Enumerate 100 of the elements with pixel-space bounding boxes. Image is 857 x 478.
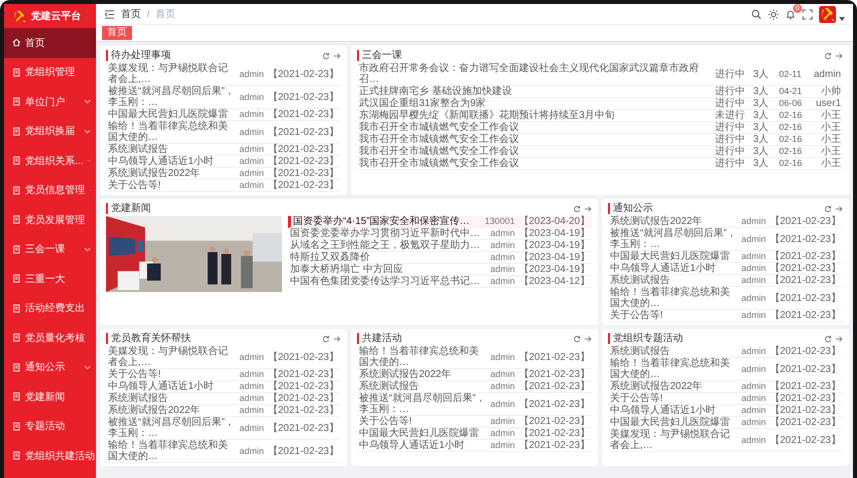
sidebar-item[interactable]: 活动经费支出: [4, 294, 96, 323]
user-name: 小王: [820, 110, 841, 121]
item-title: 关于公告等!: [610, 310, 664, 321]
meeting-title: 我市召开全市城镇燃气安全工作会议: [359, 122, 520, 133]
meeting-status: 进行中: [715, 86, 746, 97]
breadcrumb-link[interactable]: 首页: [121, 7, 141, 21]
date: 【2021-02-23】: [518, 416, 590, 427]
sidebar-item[interactable]: 党员信息管理: [4, 176, 96, 205]
author: admin: [490, 352, 515, 362]
news-row[interactable]: 加泰大桥坍塌亡 中方回应 admin 【2023-04-19】: [288, 264, 592, 276]
item-title: 中国最大民营妇儿医院爆雷: [359, 428, 480, 439]
refresh-icon[interactable]: [322, 334, 330, 342]
panel-title: 通知公示: [608, 203, 821, 214]
news-title: 国资委党委举办学习贯彻习近平新时代中…: [290, 228, 481, 239]
attendee-count: 3人: [753, 68, 770, 80]
meeting-title: 我市召开全市城镇燃气安全工作会议: [359, 146, 520, 157]
date: 【2021-02-23】: [268, 68, 339, 80]
date: 02-16: [779, 158, 804, 169]
date: 【2021-02-23】: [770, 364, 841, 374]
item-title: 关于公告等!: [610, 393, 664, 404]
sidebar-item[interactable]: 党员量化考核: [4, 323, 96, 352]
item-title: 关于公告等!: [108, 180, 162, 191]
search-icon[interactable]: [751, 8, 762, 20]
date: 【2021-02-23】: [268, 168, 339, 179]
date: 【2021-02-23】: [268, 92, 339, 102]
author: admin: [239, 168, 264, 179]
refresh-icon[interactable]: [824, 52, 832, 60]
arrow-right-icon[interactable]: [333, 334, 341, 342]
sidebar-item[interactable]: 单位门户: [4, 87, 96, 116]
document-icon: [12, 244, 21, 254]
date: 【2023-04-19】: [518, 240, 590, 251]
date: 【2021-02-23】: [268, 144, 339, 155]
author: admin: [490, 381, 515, 392]
news-row[interactable]: 从域名之王到性能之王，极氪双子星助力… admin 【2023-04-19】: [288, 240, 592, 252]
item-title: 被推送“就河昌尽朝回后果”，李玉刚：…: [108, 417, 236, 439]
attendee-count: 3人: [753, 110, 770, 121]
author: admin: [239, 92, 264, 102]
document-icon: [12, 392, 21, 402]
arrow-right-icon[interactable]: [584, 334, 592, 342]
refresh-icon[interactable]: [824, 204, 832, 212]
menu-icon[interactable]: [104, 8, 115, 20]
news-title: 国资委举办“4·15”国家安全和保密宣传…: [293, 216, 471, 227]
panel-title: 共建活动: [357, 333, 570, 344]
author: admin: [239, 68, 264, 80]
date: 【2021-02-23】: [770, 434, 841, 446]
refresh-icon[interactable]: [824, 334, 832, 342]
user-name: user1: [814, 98, 841, 109]
sidebar-item[interactable]: 党组织管理: [4, 58, 96, 87]
news-title: 加泰大桥坍塌亡 中方回应: [290, 264, 404, 275]
date: 【2021-02-23】: [268, 393, 339, 404]
avatar[interactable]: [819, 6, 836, 22]
sidebar-item[interactable]: 党建新闻: [4, 382, 96, 412]
author: admin: [490, 416, 515, 427]
author: admin: [239, 144, 264, 155]
refresh-icon[interactable]: [573, 204, 581, 212]
news-row[interactable]: 国资委举办“4·15”国家安全和保密宣传… 130001 【2023-04-20】: [288, 216, 592, 228]
meeting-status: 进行中: [715, 134, 746, 145]
item-title: 中国最大民营妇儿医院爆雷: [610, 417, 731, 428]
news-row[interactable]: 国资委党委举办学习贯彻习近平新时代中… admin 【2023-04-19】: [288, 228, 592, 240]
document-icon: [12, 451, 21, 460]
document-icon: [12, 362, 21, 372]
sidebar-item[interactable]: 通知公示: [4, 352, 96, 382]
user-name: 小帅: [820, 86, 841, 97]
author: admin: [490, 228, 515, 239]
news-title: 从域名之王到性能之王，极氪双子星助力…: [290, 240, 481, 251]
caret-icon[interactable]: [839, 17, 845, 21]
date: 【2021-02-23】: [268, 405, 339, 416]
arrow-right-icon[interactable]: [333, 52, 341, 60]
arrow-right-icon[interactable]: [835, 52, 843, 60]
news-row[interactable]: 中国有色集团党委传达学习习近平总书记… admin 【2023-04-12】: [288, 276, 592, 288]
user-name: 小王: [820, 134, 841, 145]
meeting-title: 正式挂牌南宅乡 基础设施加快建设: [359, 86, 513, 97]
item-title: 被推送“就河昌尽朝回后果”，李玉刚：…: [108, 86, 236, 108]
sun-icon[interactable]: [768, 8, 779, 20]
document-icon: [12, 304, 21, 313]
breadcrumb-link[interactable]: 首页: [156, 7, 176, 21]
arrow-right-icon[interactable]: [584, 204, 592, 212]
date: 【2021-02-23】: [518, 428, 590, 439]
bell-icon[interactable]: [785, 8, 796, 20]
page-tab[interactable]: 首页: [102, 26, 132, 40]
item-title: 中乌领导人通话近1小时: [359, 440, 466, 451]
fullscreen-icon[interactable]: [802, 8, 813, 20]
meeting-status: 进行中: [715, 98, 746, 109]
sidebar-item[interactable]: 三会一课: [4, 234, 96, 264]
sidebar-item[interactable]: 党组织关系...: [4, 146, 96, 176]
sidebar-item[interactable]: 三重一大: [4, 264, 96, 294]
sidebar-item[interactable]: 党组织换届: [4, 116, 96, 146]
arrow-right-icon[interactable]: [835, 334, 843, 342]
refresh-icon[interactable]: [573, 334, 581, 342]
arrow-right-icon[interactable]: [835, 204, 843, 212]
sidebar-item[interactable]: 党员发展管理: [4, 205, 96, 234]
sidebar-item[interactable]: 党组织共建活动: [4, 441, 96, 470]
sidebar-item[interactable]: 首页: [4, 28, 96, 58]
sidebar-item[interactable]: 专题活动: [4, 412, 96, 441]
user-name: 小王: [820, 146, 841, 157]
meeting-title: 我市召开全市城镇燃气安全工作会议: [359, 134, 520, 145]
news-row[interactable]: 特斯拉又双叒降价 admin 【2023-04-19】: [288, 252, 592, 264]
date: 【2021-02-23】: [770, 234, 841, 244]
refresh-icon[interactable]: [322, 52, 330, 60]
meeting-status: 进行中: [715, 68, 746, 80]
